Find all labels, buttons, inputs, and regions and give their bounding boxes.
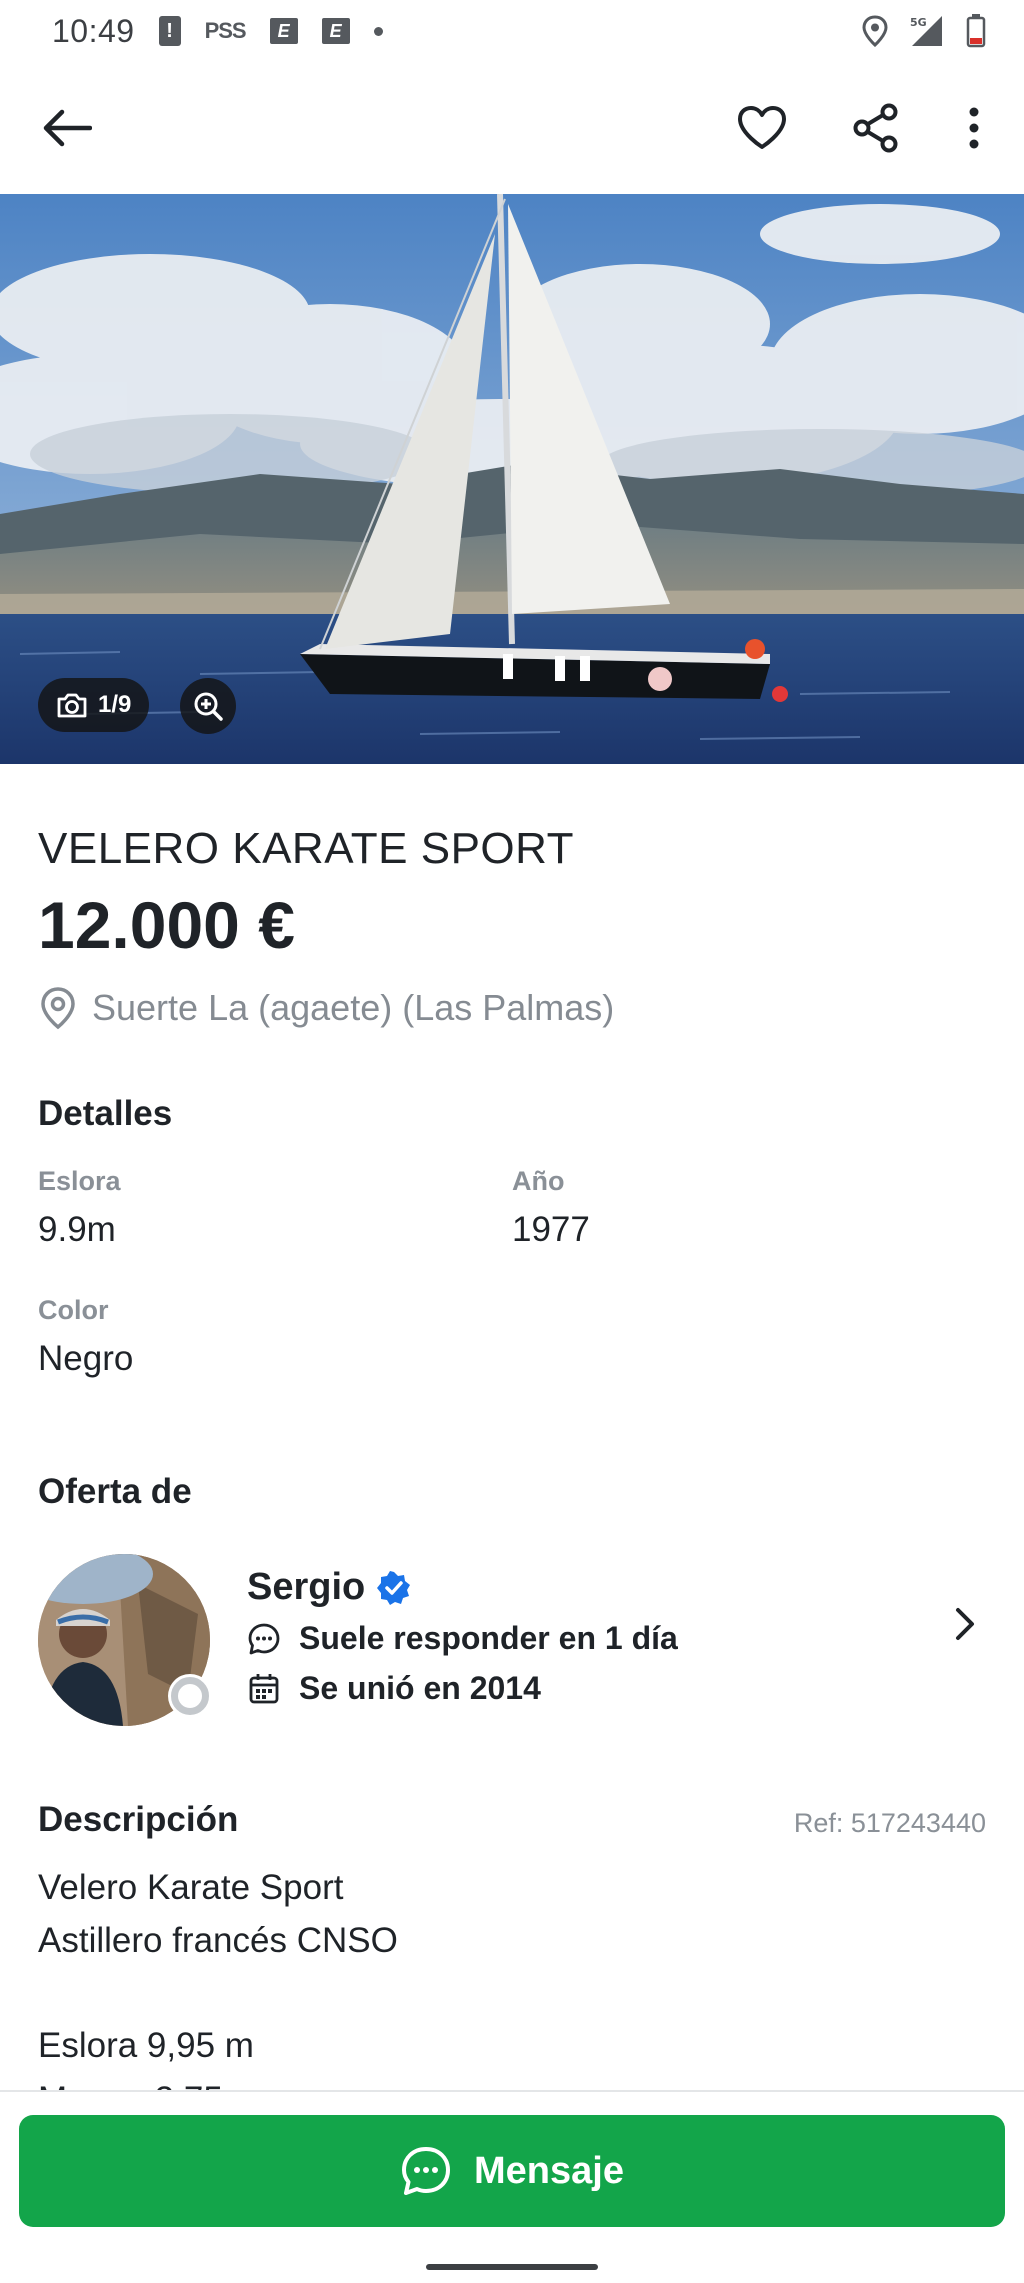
arrow-left-icon xyxy=(43,109,92,147)
alert-icon: ! xyxy=(158,16,181,46)
pss-notification-icon: PSS xyxy=(204,18,247,43)
details-heading: Detalles xyxy=(38,1094,173,1133)
bottom-action-bar: Mensaje xyxy=(0,2090,1024,2283)
battery-low-icon xyxy=(966,14,986,48)
more-vert-icon xyxy=(969,107,979,149)
signal-5g-icon: 5G xyxy=(910,16,942,46)
zoom-in-icon xyxy=(194,692,223,721)
photo-gallery[interactable]: 1/9 xyxy=(0,194,1024,764)
location-pin-icon xyxy=(41,987,75,1030)
listing-location[interactable]: Suerte La (agaete) (Las Palmas) xyxy=(38,986,614,1030)
seller-name-text: Sergio xyxy=(247,1566,366,1608)
chat-bubble-icon xyxy=(248,1623,280,1654)
message-button[interactable]: Mensaje xyxy=(19,2115,1005,2227)
location-icon xyxy=(862,15,888,47)
verified-badge-icon xyxy=(377,1570,411,1605)
seller-response-time: Suele responder en 1 día xyxy=(247,1620,678,1657)
svg-text:5G: 5G xyxy=(910,16,927,29)
detail-label-color: Color xyxy=(38,1295,109,1325)
seller-heading: Oferta de xyxy=(38,1472,192,1511)
home-indicator[interactable] xyxy=(426,2264,598,2270)
status-time: 10:49 xyxy=(52,12,135,49)
online-status-indicator xyxy=(168,1674,212,1718)
top-app-bar xyxy=(0,62,1024,194)
listing-price: 12.000 € xyxy=(38,888,295,962)
camera-icon xyxy=(57,693,87,718)
description-line: Astillero francés CNSO xyxy=(38,1921,398,1960)
chat-bubble-icon xyxy=(402,2147,451,2195)
listing-page: 10:49 ! PSS E E 5G 1/9 VELERO KARATE SPO… xyxy=(0,0,1024,2283)
photo-counter-text: 1/9 xyxy=(98,691,132,718)
seller-response-text: Suele responder en 1 día xyxy=(299,1620,678,1656)
zoom-button[interactable] xyxy=(180,678,236,734)
more-notifications-icon xyxy=(373,26,383,36)
reference-number: Ref: 517243440 xyxy=(793,1808,986,1838)
sailboat-photo xyxy=(0,194,1024,764)
more-options-button[interactable] xyxy=(954,92,994,164)
message-button-label: Mensaje xyxy=(474,2149,624,2192)
share-button[interactable] xyxy=(840,92,912,164)
detail-value-color: Negro xyxy=(38,1339,134,1378)
detail-label-year: Año xyxy=(512,1166,565,1196)
e-app-icon: E xyxy=(269,18,298,44)
listing-title: VELERO KARATE SPORT xyxy=(38,824,575,873)
calendar-icon xyxy=(249,1673,279,1703)
detail-value-length: 9.9m xyxy=(38,1210,116,1249)
share-icon xyxy=(853,103,898,153)
seller-joined-date: Se unió en 2014 xyxy=(247,1670,541,1707)
description-heading: Descripción xyxy=(38,1800,239,1839)
photo-counter[interactable]: 1/9 xyxy=(38,678,150,732)
location-text: Suerte La (agaete) (Las Palmas) xyxy=(92,987,615,1028)
chevron-right-icon[interactable] xyxy=(954,1606,976,1642)
back-button[interactable] xyxy=(30,92,102,164)
description-line: Velero Karate Sport xyxy=(38,1868,344,1907)
detail-label-length: Eslora xyxy=(38,1166,121,1196)
seller-joined-text: Se unió en 2014 xyxy=(299,1670,541,1706)
status-bar: 10:49 ! PSS E E 5G xyxy=(0,0,1024,62)
e-app-icon: E xyxy=(321,18,350,44)
detail-value-year: 1977 xyxy=(512,1210,590,1249)
heart-icon xyxy=(738,106,786,149)
favorite-button[interactable] xyxy=(726,92,798,164)
seller-name: Sergio xyxy=(247,1566,411,1609)
description-line: Eslora 9,95 m xyxy=(38,2026,254,2065)
seller-card[interactable]: Sergio Suele responder en 1 día Se unió … xyxy=(38,1554,986,1730)
